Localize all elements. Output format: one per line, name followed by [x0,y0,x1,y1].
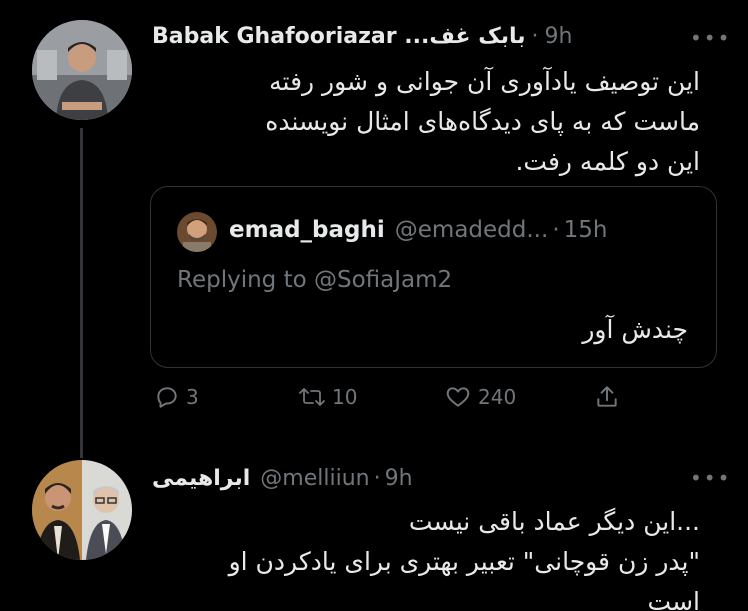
display-name[interactable]: ابراهیمی [152,466,250,491]
tweet-time[interactable]: 9h [545,24,573,49]
tweet-text-line: این توصیف یادآوری آن جوانی و شور رفته [269,67,700,96]
avatar[interactable] [32,20,132,120]
retweet-icon [299,388,325,406]
tweet-text-line: این دو کلمه رفت. [515,147,700,176]
separator-dot: · [531,24,539,49]
thread-connector-line [80,128,83,458]
quote-display-name[interactable]: emad_baghi [229,217,385,243]
retweet-count: 10 [332,385,358,409]
replying-handle[interactable]: @SofiaJam2 [314,267,452,293]
user-handle[interactable]: @melliiun [260,466,369,491]
reply-button[interactable]: 3 [154,384,199,410]
quote-text: چندش آور [582,315,688,344]
separator-dot: · [373,466,381,491]
avatar-photo-icon [32,460,132,560]
more-icon[interactable]: ••• [690,26,731,50]
avatar-photo-icon [177,212,217,252]
avatar-photo-icon [32,20,132,120]
display-name[interactable]: بابک غف... Babak Ghafooriazar [152,24,526,49]
quote-header: emad_baghi @emadedd... · 15h [229,217,607,243]
tweet-text-line: ...این دیگر عماد باقی نیست [408,507,700,536]
like-button[interactable]: 240 [444,384,516,410]
share-button[interactable] [594,384,620,410]
share-icon [597,386,617,407]
replying-prefix: Replying to [177,267,307,293]
tweet-time[interactable]: 9h [385,466,413,491]
reply-icon [157,387,177,408]
tweet-text-line: "پدر زن قوچانی" تعبیر بهتری برای یادکردن… [228,547,700,576]
quote-handle[interactable]: @emadedd... [395,217,549,243]
tweet-actions: 3 10 240 [150,384,630,418]
quoted-tweet-card[interactable]: emad_baghi @emadedd... · 15h Replying to… [150,186,717,368]
tweet-text-line: است [647,587,700,611]
avatar[interactable] [32,460,132,560]
retweet-button[interactable]: 10 [298,384,357,410]
like-count: 240 [478,385,517,409]
tweet-header: ابراهیمی @melliiun · 9h [152,466,413,491]
tweet-text: این توصیف یادآوری آن جوانی و شور رفته ما… [140,62,700,182]
quote-time[interactable]: 15h [564,217,608,243]
replying-to: Replying to @SofiaJam2 [177,267,452,293]
quote-avatar[interactable] [177,212,217,252]
reply-count: 3 [186,385,199,409]
more-icon[interactable]: ••• [690,466,731,490]
separator-dot: · [552,217,560,243]
tweet-text: ...این دیگر عماد باقی نیست "پدر زن قوچان… [140,502,700,611]
heart-icon [446,387,470,407]
tweet-text-line: ماست که به پای دیدگاه‌های امثال نویسنده [265,107,700,136]
tweet-header: بابک غف... Babak Ghafooriazar · 9h [152,24,573,49]
